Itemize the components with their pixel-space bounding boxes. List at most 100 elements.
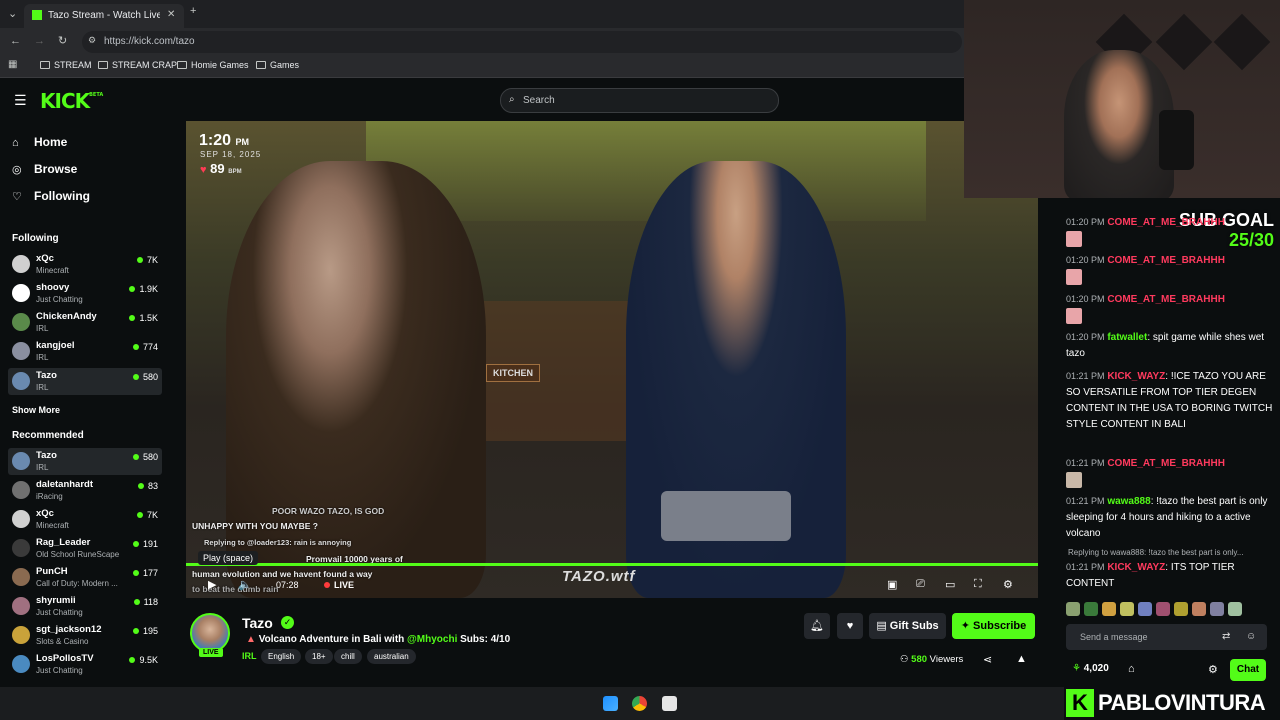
miniplayer-icon[interactable]: ▣ bbox=[887, 578, 897, 591]
video-player[interactable]: KITCHEN 1:20 PM SEP 18, 2025 ♥ 89 BPM Be… bbox=[186, 121, 1038, 598]
progress-bar[interactable] bbox=[186, 563, 1038, 566]
windows-start-icon[interactable] bbox=[603, 696, 618, 711]
sidebar-channel-kangjoel[interactable]: kangjoel IRL 774 bbox=[8, 338, 162, 365]
close-tab-icon[interactable]: ✕ bbox=[167, 9, 175, 20]
recommended-heading: Recommended bbox=[12, 430, 84, 441]
clip-icon[interactable]: ⎚ bbox=[916, 578, 925, 591]
tag-english[interactable]: English bbox=[261, 649, 302, 664]
gift-subs-button[interactable]: ▤ Gift Subs bbox=[869, 613, 946, 639]
tag-18plus[interactable]: 18+ bbox=[305, 649, 333, 664]
emote-icon bbox=[1066, 269, 1082, 285]
heart-icon: ♡ bbox=[12, 191, 22, 203]
recommended-channel-lospollostv[interactable]: LosPollosTV Just Chatting 9.5K bbox=[8, 651, 162, 678]
sidebar-channel-chickenandy[interactable]: ChickenAndy IRL 1.5K bbox=[8, 309, 162, 336]
reload-icon[interactable]: ↻ bbox=[58, 34, 67, 47]
channel-points[interactable]: ⚘ 4,020 bbox=[1072, 663, 1109, 674]
chat-message: 01:21 PM wawa888: !tazo the best part is… bbox=[1066, 496, 1268, 539]
bookmark-homie-games[interactable]: Homie Games bbox=[177, 60, 249, 70]
settings-icon[interactable]: ⚙ bbox=[1003, 578, 1013, 591]
chat-input[interactable]: Send a message ⇄ ☺ bbox=[1066, 624, 1267, 650]
category-link[interactable]: IRL bbox=[242, 651, 257, 661]
show-more-link[interactable]: Show More bbox=[12, 405, 60, 415]
theater-mode-icon[interactable]: ▭ bbox=[945, 578, 955, 591]
search-input[interactable]: ⌕ Search bbox=[500, 88, 779, 113]
chat-message: 01:21 PM COME_AT_ME_BRAHHH bbox=[1066, 455, 1276, 491]
emote-icon bbox=[1066, 472, 1082, 488]
url-text: https://kick.com/tazo bbox=[104, 36, 195, 47]
recommended-channel-punch[interactable]: PunCH Call of Duty: Modern ... 177 bbox=[8, 564, 162, 591]
recommended-channel-shyrumii[interactable]: shyrumii Just Chatting 118 bbox=[8, 593, 162, 620]
tab-title: Tazo Stream - Watch Live on Kick bbox=[48, 10, 160, 21]
chat-settings-icon[interactable]: ⚙ bbox=[1208, 663, 1218, 676]
overlay-chat-line: to beat the dumb rain bbox=[192, 584, 279, 594]
share-icon[interactable]: ⋖ bbox=[983, 653, 992, 666]
recommended-channel-daletanhardt[interactable]: daletanhardt iRacing 83 bbox=[8, 477, 162, 504]
translate-icon[interactable]: ⇄ bbox=[1222, 631, 1230, 642]
microphone bbox=[1159, 110, 1194, 170]
home-icon: ⌂ bbox=[12, 137, 19, 149]
tag-australian[interactable]: australian bbox=[367, 649, 416, 664]
chat-send-button[interactable]: Chat bbox=[1230, 659, 1266, 681]
streamer-avatar[interactable] bbox=[190, 613, 230, 653]
nav-browse[interactable]: ◎ Browse bbox=[12, 162, 77, 176]
chat-panel: SUB GOAL 25/30 01:20 PM COME_AT_ME_BRAHHH… bbox=[1052, 198, 1280, 687]
tab-list-icon[interactable]: ⌄ bbox=[8, 7, 17, 20]
menu-icon[interactable]: ☰ bbox=[14, 92, 27, 109]
notification-bell-button[interactable]: 🔔︎ bbox=[804, 613, 830, 639]
avatar bbox=[12, 313, 30, 331]
recommended-channel-rag-leader[interactable]: Rag_Leader Old School RuneScape 191 bbox=[8, 535, 162, 562]
search-placeholder: Search bbox=[523, 95, 555, 106]
chat-message: 01:21 PM KICK_WAYZ: !ICE TAZO YOU ARE SO… bbox=[1066, 371, 1273, 430]
bookmark-stream-crap[interactable]: STREAM CRAP bbox=[98, 60, 177, 70]
elapsed-time: 07:28 bbox=[276, 580, 299, 590]
recommended-channel-sgt-jackson12[interactable]: sgt_jackson12 Slots & Casino 195 bbox=[8, 622, 162, 649]
mention-link[interactable]: @Mhyochi bbox=[407, 634, 457, 645]
volume-icon[interactable]: 🔈 bbox=[238, 578, 252, 591]
compass-icon: ◎ bbox=[12, 164, 22, 176]
chrome-icon[interactable] bbox=[632, 696, 647, 711]
overlay-time: 1:20 PM bbox=[199, 132, 249, 149]
streamer-name[interactable]: Tazo bbox=[242, 615, 273, 631]
emoji-icon[interactable]: ☺ bbox=[1246, 631, 1256, 642]
play-tooltip: Play (space) bbox=[198, 551, 259, 565]
browser-tab[interactable]: Tazo Stream - Watch Live on Kick ✕ bbox=[24, 4, 184, 28]
play-icon[interactable]: ▶ bbox=[208, 578, 216, 591]
report-icon[interactable]: ▲ bbox=[1016, 653, 1027, 665]
kick-favicon-icon bbox=[32, 10, 42, 20]
nav-home[interactable]: ⌂ Home bbox=[12, 135, 67, 149]
sidebar-channel-shoovy[interactable]: shoovy Just Chatting 1.9K bbox=[8, 280, 162, 307]
emote-bar[interactable] bbox=[1066, 602, 1266, 618]
live-label: LIVE bbox=[324, 580, 354, 590]
url-field[interactable]: ⚙ https://kick.com/tazo bbox=[82, 31, 962, 53]
avatar bbox=[12, 284, 30, 302]
verified-icon: ✓ bbox=[281, 616, 294, 629]
subscribe-button[interactable]: ✦ Subscribe bbox=[952, 613, 1035, 639]
overlay-date: SEP 18, 2025 bbox=[200, 150, 262, 159]
follow-button[interactable]: ♥ bbox=[837, 613, 863, 639]
recommended-channel-xqc[interactable]: xQc Minecraft 7K bbox=[8, 506, 162, 533]
capcut-icon[interactable] bbox=[662, 696, 677, 711]
new-tab-icon[interactable]: + bbox=[190, 5, 196, 17]
tag-chill[interactable]: chill bbox=[334, 649, 362, 664]
avatar bbox=[12, 452, 30, 470]
bookmark-stream[interactable]: STREAM bbox=[40, 60, 92, 70]
fullscreen-icon[interactable]: ⛶ bbox=[974, 578, 982, 591]
nav-following[interactable]: ♡ Following bbox=[12, 189, 90, 203]
forward-icon[interactable]: → bbox=[34, 35, 45, 47]
folder-icon bbox=[98, 61, 108, 69]
avatar bbox=[12, 481, 30, 499]
kick-logo[interactable]: KICKBETA bbox=[40, 89, 103, 113]
bookmark-games[interactable]: Games bbox=[256, 60, 299, 70]
sidebar-channel-tazo[interactable]: Tazo IRL 580 bbox=[8, 368, 162, 395]
overlay-chat-line: human evolution and we havent found a wa… bbox=[192, 569, 373, 579]
back-icon[interactable]: ← bbox=[10, 35, 21, 47]
apps-icon[interactable]: ▦ bbox=[8, 59, 17, 70]
site-info-icon[interactable]: ⚙ bbox=[88, 35, 96, 46]
banner-name: PABLOVINTURA bbox=[1098, 690, 1266, 715]
store-icon[interactable]: ⌂ bbox=[1128, 663, 1135, 675]
chat-message: 01:20 PM COME_AT_ME_BRAHHH bbox=[1066, 252, 1276, 288]
recommended-channel-tazo[interactable]: Tazo IRL 580 bbox=[8, 448, 162, 475]
sidebar-channel-xqc[interactable]: xQc Minecraft 7K bbox=[8, 251, 162, 278]
overlay-chat-line: Replying to @loader123: rain is annoying bbox=[204, 538, 352, 547]
folder-icon bbox=[40, 61, 50, 69]
